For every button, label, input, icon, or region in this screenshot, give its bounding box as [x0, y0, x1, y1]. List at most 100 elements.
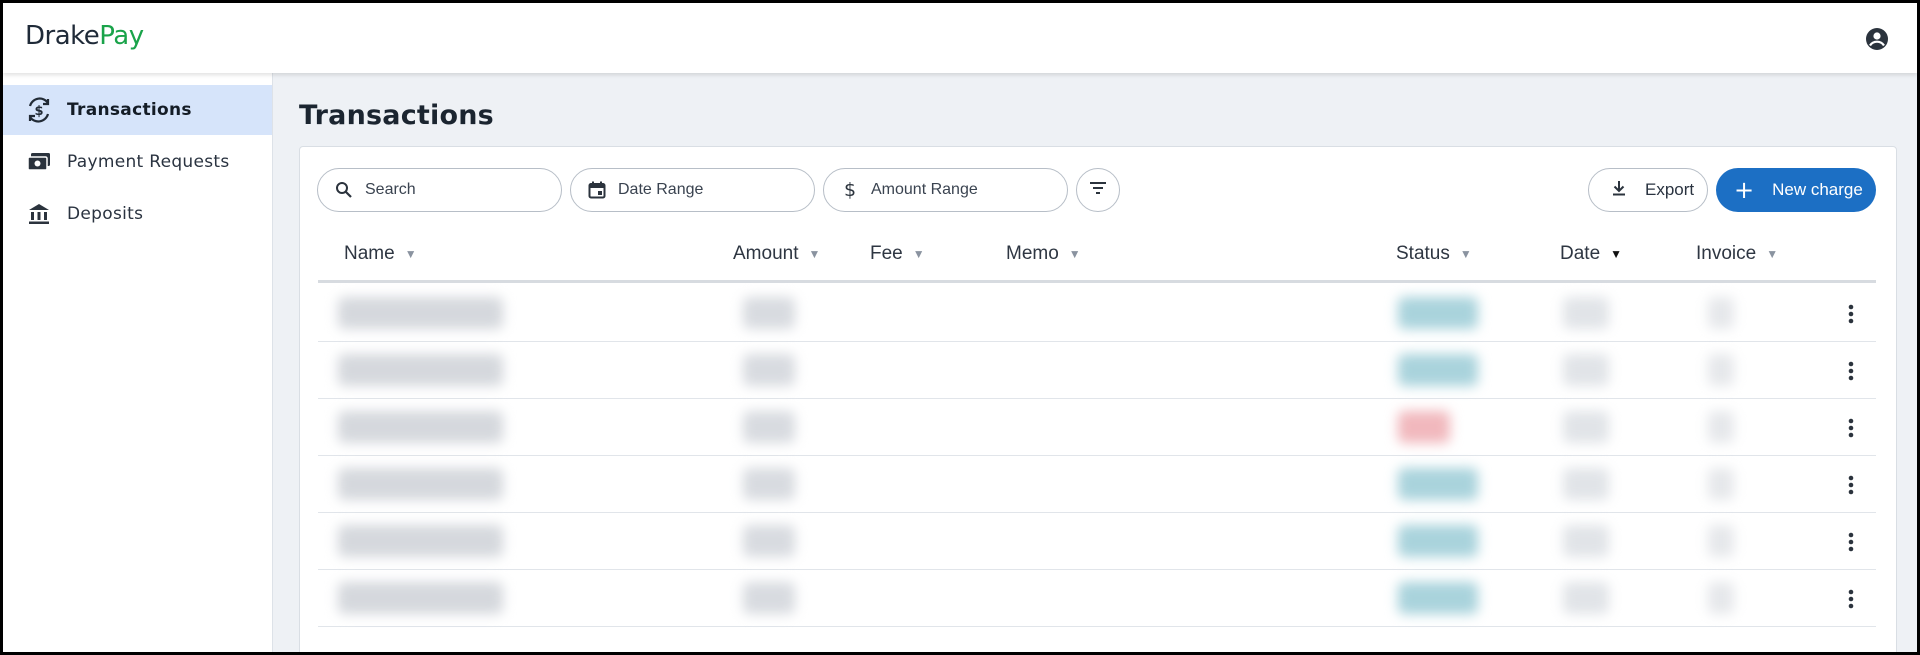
row-actions-button[interactable] [1836, 356, 1866, 386]
sort-indicator-icon: ▼ [808, 247, 821, 261]
table-row[interactable] [318, 513, 1876, 570]
search-icon [334, 180, 354, 200]
new-charge-button[interactable]: + New charge [1716, 168, 1876, 212]
sidebar: $ Transactions Payment Requests Deposits [3, 73, 273, 652]
column-header-label: Memo [1006, 243, 1059, 264]
drakepay-logo[interactable]: DrakePay [25, 21, 144, 51]
column-header-invoice[interactable]: Invoice ▼ [1696, 243, 1778, 265]
app-window: DrakePay $ Transactions Payment Requests… [3, 3, 1917, 652]
sidebar-item-label: Payment Requests [67, 152, 230, 172]
amount-range-filter[interactable]: $ Amount Range [823, 168, 1068, 212]
table-header-divider [318, 280, 1876, 283]
row-actions-button[interactable] [1836, 470, 1866, 500]
invoice-cell-obscured [1708, 582, 1734, 614]
account-circle-icon[interactable] [1865, 27, 1889, 51]
sort-indicator-icon: ▼ [1068, 247, 1081, 261]
more-vertical-icon [1848, 361, 1854, 381]
more-vertical-icon [1848, 475, 1854, 495]
more-vertical-icon [1848, 304, 1854, 324]
transactions-icon: $ [25, 96, 53, 124]
page-title: Transactions [299, 100, 494, 131]
table-row[interactable] [318, 570, 1876, 627]
dollar-icon: $ [843, 179, 857, 201]
amount-cell-obscured [743, 411, 795, 443]
column-header-amount[interactable]: Amount ▼ [733, 243, 820, 265]
date-range-filter[interactable]: Date Range [570, 168, 815, 212]
amount-cell-obscured [743, 297, 795, 329]
column-header-memo[interactable]: Memo ▼ [1006, 243, 1081, 265]
svg-text:$: $ [34, 104, 43, 119]
row-actions-button[interactable] [1836, 584, 1866, 614]
date-range-label: Date Range [618, 181, 704, 198]
sidebar-item-deposits[interactable]: Deposits [3, 189, 272, 239]
transactions-card: Search Date Range $ Amount Range Export … [299, 146, 1897, 652]
amount-cell-obscured [743, 525, 795, 557]
sidebar-item-label: Transactions [67, 100, 192, 120]
name-cell-obscured [338, 354, 503, 386]
more-vertical-icon [1848, 418, 1854, 438]
status-badge-obscured [1398, 468, 1478, 500]
table-row[interactable] [318, 342, 1876, 399]
invoice-cell-obscured [1708, 525, 1734, 557]
status-badge-obscured [1398, 411, 1450, 443]
invoice-cell-obscured [1708, 468, 1734, 500]
amount-cell-obscured [743, 354, 795, 386]
status-badge-obscured [1398, 297, 1478, 329]
calendar-icon [587, 180, 607, 200]
invoice-cell-obscured [1708, 354, 1734, 386]
column-header-date[interactable]: Date ▼ [1560, 243, 1622, 265]
search-input[interactable]: Search [317, 168, 562, 212]
filter-icon [1089, 181, 1107, 200]
table-row[interactable] [318, 285, 1876, 342]
top-bar: DrakePay [3, 3, 1917, 73]
sort-indicator-icon: ▼ [404, 247, 417, 261]
invoice-cell-obscured [1708, 411, 1734, 443]
amount-cell-obscured [743, 468, 795, 500]
column-header-label: Fee [870, 243, 903, 264]
column-header-fee[interactable]: Fee ▼ [870, 243, 925, 265]
sort-indicator-icon: ▼ [1610, 247, 1623, 261]
export-label: Export [1645, 180, 1695, 199]
more-vertical-icon [1848, 589, 1854, 609]
sidebar-item-label: Deposits [67, 204, 144, 224]
sidebar-item-transactions[interactable]: $ Transactions [3, 85, 272, 135]
download-icon [1611, 180, 1627, 201]
name-cell-obscured [338, 297, 503, 329]
column-header-label: Name [344, 243, 395, 264]
date-cell-obscured [1563, 468, 1609, 500]
more-vertical-icon [1848, 532, 1854, 552]
column-header-status[interactable]: Status ▼ [1396, 243, 1472, 265]
column-header-label: Invoice [1696, 243, 1757, 264]
filter-button[interactable] [1076, 168, 1120, 212]
search-placeholder: Search [365, 181, 416, 198]
row-actions-button[interactable] [1836, 299, 1866, 329]
sidebar-item-payment-requests[interactable]: Payment Requests [3, 137, 272, 187]
sort-indicator-icon: ▼ [1459, 247, 1472, 261]
date-cell-obscured [1563, 525, 1609, 557]
column-header-label: Status [1396, 243, 1450, 264]
name-cell-obscured [338, 582, 503, 614]
column-header-label: Amount [733, 243, 799, 264]
amount-range-label: Amount Range [871, 181, 978, 198]
name-cell-obscured [338, 411, 503, 443]
amount-cell-obscured [743, 582, 795, 614]
status-badge-obscured [1398, 354, 1478, 386]
column-header-name[interactable]: Name ▼ [344, 243, 417, 265]
logo-text-pay: Pay [99, 21, 144, 51]
date-cell-obscured [1563, 582, 1609, 614]
date-cell-obscured [1563, 354, 1609, 386]
name-cell-obscured [338, 468, 503, 500]
row-actions-button[interactable] [1836, 527, 1866, 557]
name-cell-obscured [338, 525, 503, 557]
date-cell-obscured [1563, 297, 1609, 329]
column-header-label: Date [1560, 243, 1601, 264]
logo-text-drake: Drake [25, 21, 100, 51]
table-row[interactable] [318, 399, 1876, 456]
sort-indicator-icon: ▼ [912, 247, 925, 261]
invoice-cell-obscured [1708, 297, 1734, 329]
export-button[interactable]: Export [1588, 168, 1708, 212]
payment-requests-icon [25, 148, 53, 176]
status-badge-obscured [1398, 582, 1478, 614]
table-row[interactable] [318, 456, 1876, 513]
row-actions-button[interactable] [1836, 413, 1866, 443]
